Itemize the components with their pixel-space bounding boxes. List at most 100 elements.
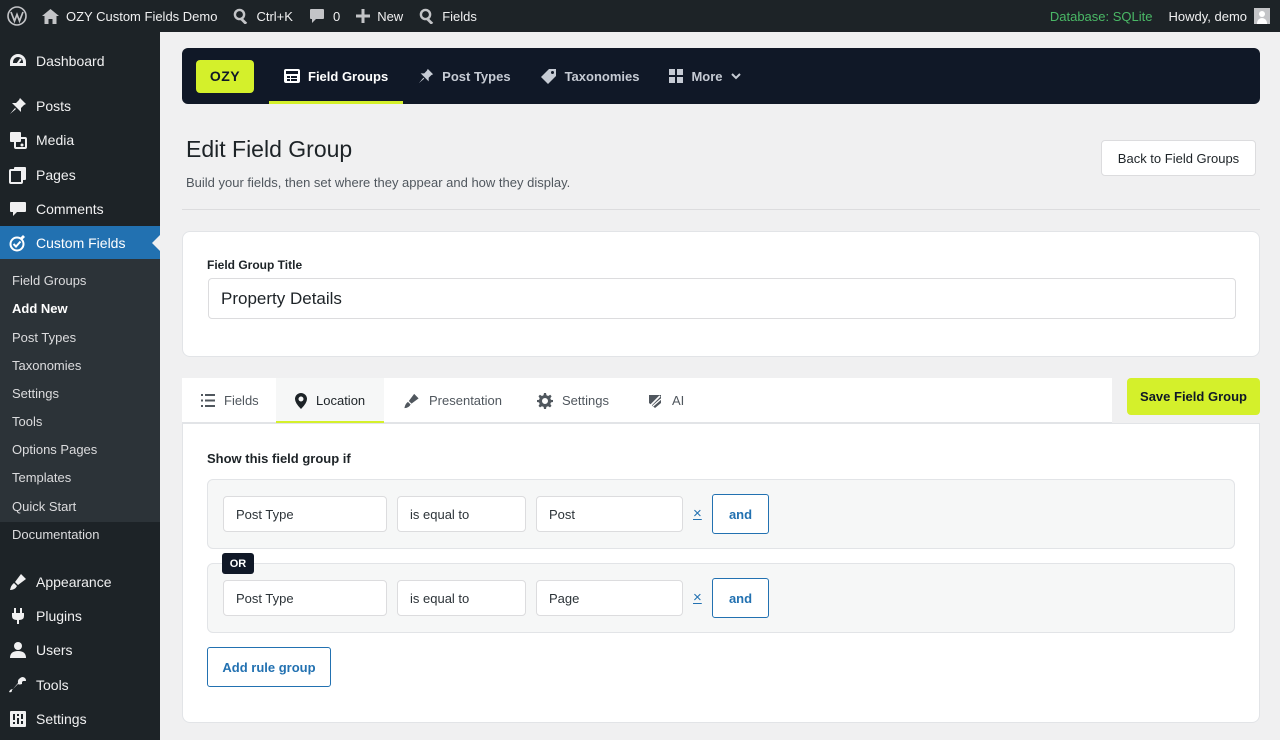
submenu-templates[interactable]: Templates [12,470,71,485]
nav-tab-post-types[interactable]: Post Types [403,48,525,104]
custom-fields-icon [0,234,36,252]
dashboard-icon [0,52,36,70]
sidebar-item-custom-fields[interactable]: Custom Fields [0,226,160,260]
tab-fields[interactable]: Fields [201,378,285,423]
sidebar-item-users[interactable]: Users [0,633,160,667]
tab-label: AI [672,393,685,408]
sidebar-item-posts[interactable]: Posts [0,89,160,123]
rule-value-select[interactable]: Post [536,496,683,532]
plugin-icon [0,607,36,625]
submenu-add-new[interactable]: Add New [12,301,68,316]
submenu-field-groups[interactable]: Field Groups [12,273,86,288]
submenu-tools[interactable]: Tools [12,414,42,429]
new-label: New [377,8,404,24]
submenu-post-types[interactable]: Post Types [12,330,76,345]
nav-tab-field-groups[interactable]: Field Groups [269,48,404,104]
remove-rule-icon[interactable]: × [693,505,702,522]
tab-label: Settings [562,393,609,408]
settings-icon [0,710,36,728]
nav-tab-label: Post Types [442,68,511,84]
sidebar-item-pages[interactable]: Pages [0,158,160,192]
page-title: Edit Field Group [186,136,353,162]
sidebar-item-label: Comments [36,201,104,217]
submenu-quick-start[interactable]: Quick Start [12,499,76,514]
chevron-down-icon [730,72,749,80]
rule-param-select[interactable]: Post Type [223,496,387,532]
tab-label: Presentation [429,393,502,408]
sidebar-item-dashboard[interactable]: Dashboard [0,44,160,78]
grid-icon [669,69,691,83]
comments-link[interactable]: 0 [301,0,348,32]
wordpress-icon[interactable] [0,0,34,32]
add-rule-group-button[interactable]: Add rule group [207,647,331,687]
submenu-options-pages[interactable]: Options Pages [12,442,97,457]
ozy-logo[interactable]: OZY [196,59,254,93]
sidebar-item-settings[interactable]: Settings [0,702,160,736]
back-to-field-groups-button[interactable]: Back to Field Groups [1101,140,1256,176]
user-icon [0,641,36,659]
database-status: Database: SQLite [1049,8,1153,24]
sidebar-item-label: Appearance [36,574,112,590]
pushpin-icon [418,68,442,84]
avatar [1254,8,1270,24]
rule-operator-select[interactable]: is equal to [397,496,526,532]
shortcut-label: Ctrl+K [256,8,293,24]
location-heading: Show this field group if [207,451,351,466]
submenu-settings[interactable]: Settings [12,386,59,401]
sidebar-item-tools[interactable]: Tools [0,668,160,702]
tab-label: Location [316,393,366,408]
sidebar-item-label: Users [36,642,73,658]
save-field-group-button[interactable]: Save Field Group [1127,378,1260,415]
sidebar-item-comments[interactable]: Comments [0,192,160,226]
comment-icon [0,200,36,218]
tab-location[interactable]: Location [276,378,384,424]
sidebar-item-plugins[interactable]: Plugins [0,599,160,633]
tab-settings[interactable]: Settings [537,378,609,423]
field-group-title-input[interactable]: Property Details [208,278,1236,319]
pushpin-icon [0,97,36,115]
pages-icon [0,166,36,184]
nav-tab-label: Field Groups [308,68,389,84]
nav-tab-more[interactable]: More [654,48,763,104]
tab-ai[interactable]: AI [647,378,684,423]
admin-sidebar: Dashboard Posts Media Pages Comments Cus… [0,32,160,740]
sidebar-item-appearance[interactable]: Appearance [0,565,160,599]
add-and-rule-button[interactable]: and [712,578,769,618]
or-badge: OR [222,553,254,574]
submenu-documentation[interactable]: Documentation [12,527,99,542]
brush-icon [403,393,429,409]
rule-param-select[interactable]: Post Type [223,580,387,616]
new-content-link[interactable]: New [348,0,411,32]
sidebar-item-label: Dashboard [36,53,105,69]
sidebar-item-label: Media [36,132,75,148]
search-shortcut[interactable]: Ctrl+K [225,0,300,32]
tab-presentation[interactable]: Presentation [403,378,502,423]
list-icon [201,394,224,407]
nav-tab-taxonomies[interactable]: Taxonomies [526,48,655,104]
field-groups-icon [284,69,308,83]
comments-count: 0 [332,8,341,24]
page-subtitle: Build your fields, then set where they a… [186,175,571,190]
sidebar-item-media[interactable]: Media [0,123,160,157]
rule-operator-select[interactable]: is equal to [397,580,526,616]
ai-icon [647,393,672,409]
home-icon [42,8,59,24]
fields-link[interactable]: Fields [411,0,485,32]
submenu-taxonomies[interactable]: Taxonomies [12,358,81,373]
rule-group: Post Type is equal to Page × and [207,563,1235,633]
nav-tab-label: Taxonomies [564,68,640,84]
sidebar-item-label: Plugins [36,608,82,624]
content-tabs: Fields Location Presentation Settings AI [182,378,1112,424]
site-name-link[interactable]: OZY Custom Fields Demo [34,0,225,32]
rule-value-select[interactable]: Page [536,580,683,616]
header-divider [182,209,1260,210]
media-icon [0,131,36,149]
remove-rule-icon[interactable]: × [693,589,702,606]
fields-label: Fields [442,8,477,24]
add-and-rule-button[interactable]: and [712,494,769,534]
brush-icon [0,573,36,591]
plugin-top-nav: OZY Field Groups Post Types Taxonomies M… [182,48,1260,104]
sidebar-item-label: Settings [36,711,87,727]
account-menu[interactable]: Howdy, demo [1160,0,1280,32]
admin-bar: OZY Custom Fields Demo Ctrl+K 0 New Fiel… [0,0,1280,32]
